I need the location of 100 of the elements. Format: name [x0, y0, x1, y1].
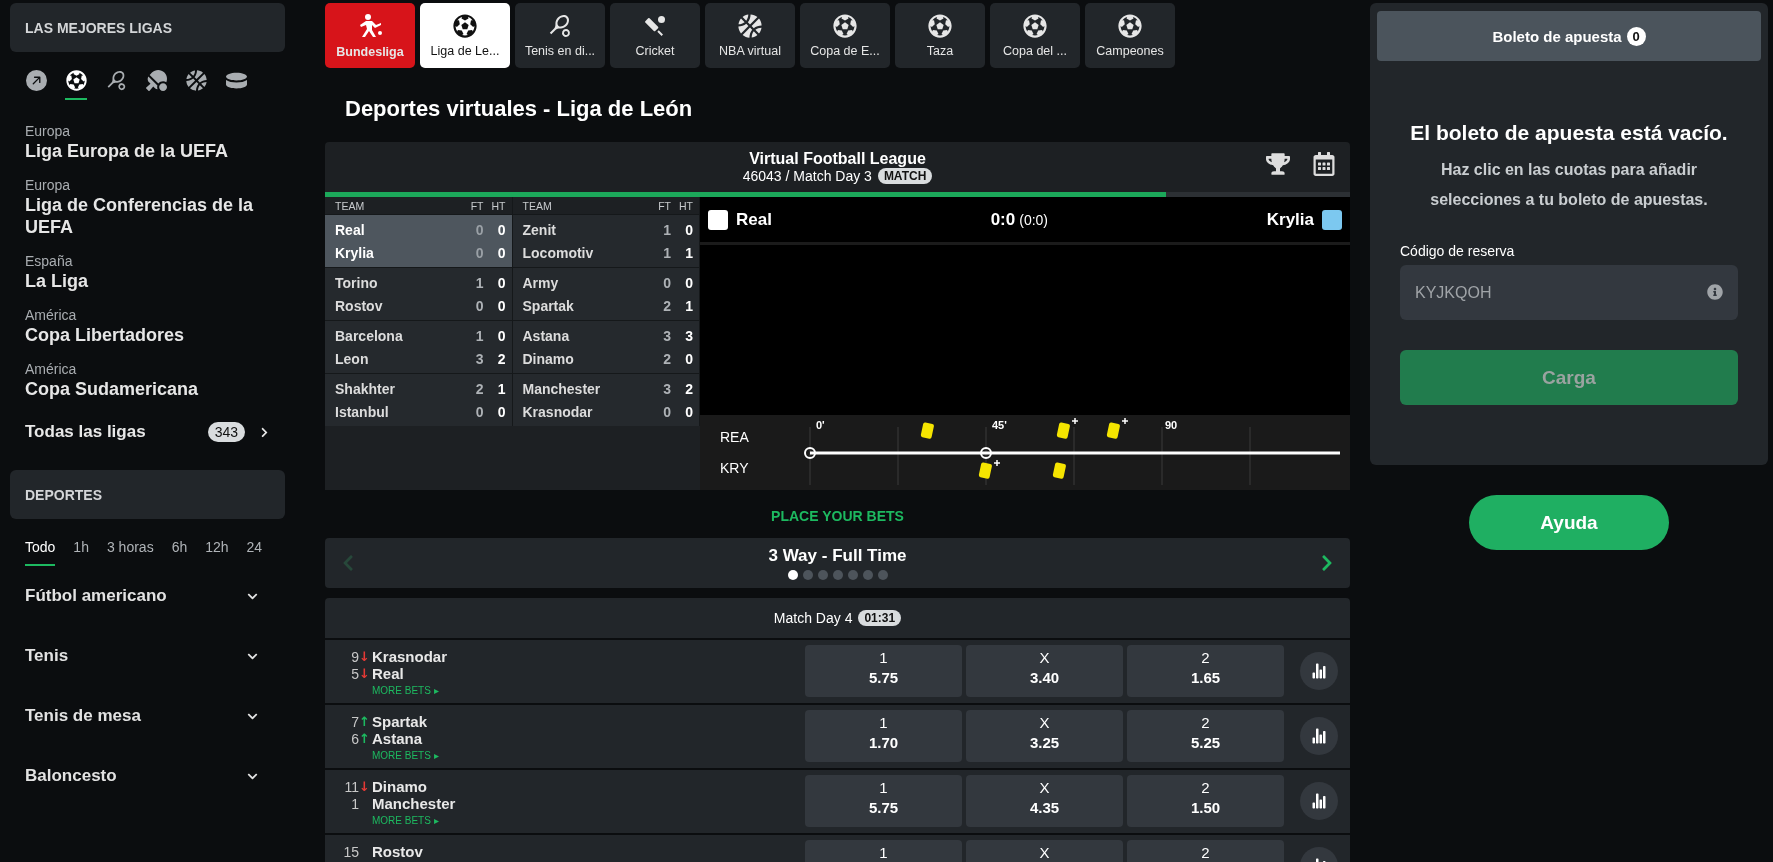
team-name: Krylia: [335, 244, 375, 261]
stats-button[interactable]: [1300, 782, 1338, 820]
result-row[interactable]: Real 0 0 Krylia 0 0: [325, 214, 512, 267]
sport-category-item[interactable]: Tenis: [10, 626, 285, 686]
calendar-icon[interactable]: [1312, 152, 1336, 176]
league-link[interactable]: España La Liga: [10, 252, 285, 292]
betslip-tab[interactable]: Boleto de apuesta 0: [1377, 11, 1761, 61]
booking-code-field[interactable]: KYJKQOH: [1400, 265, 1738, 320]
match-day-label: Match Day 4: [773, 610, 853, 626]
game-tab[interactable]: Taza: [895, 3, 985, 68]
game-tab[interactable]: Campeones: [1085, 3, 1175, 68]
full-time-score: 2: [662, 350, 671, 367]
half-time-score: 0: [496, 274, 506, 291]
page-dot[interactable]: [787, 570, 798, 580]
time-filter-tab[interactable]: 3 horas: [106, 539, 154, 566]
page-dot[interactable]: [862, 570, 873, 580]
game-tab[interactable]: NBA virtual: [705, 3, 795, 68]
result-row[interactable]: Army 0 0 Spartak 2 1: [512, 267, 699, 320]
odds-button[interactable]: X 3.25: [966, 710, 1123, 762]
cricket-bat-icon: [643, 13, 667, 38]
page-dot[interactable]: [832, 570, 843, 580]
league-link[interactable]: América Copa Libertadores: [10, 306, 285, 346]
half-time-score: 0: [684, 350, 693, 367]
half-time-score: 1: [496, 380, 506, 397]
odds-button[interactable]: 2 5.25: [1127, 710, 1284, 762]
team-name: Shakhter: [335, 380, 396, 397]
team-name: Spartak: [522, 297, 575, 314]
half-time-score: 0: [496, 297, 506, 314]
odds-button[interactable]: 2: [1127, 840, 1284, 862]
time-filter-tab[interactable]: Todo: [25, 539, 56, 566]
page-title: Deportes virtuales - Liga de León: [345, 96, 694, 122]
result-row[interactable]: Barcelona 1 0 Leon 3 2: [325, 320, 512, 373]
result-row[interactable]: Torino 1 0 Rostov 0 0: [325, 267, 512, 320]
info-icon[interactable]: [1707, 284, 1723, 300]
game-tab[interactable]: Copa de E...: [800, 3, 890, 68]
odds-button[interactable]: 1: [805, 840, 962, 862]
full-time-score: 1: [662, 244, 671, 261]
more-bets-link[interactable]: MORE BETS ▸: [372, 685, 805, 696]
game-tab[interactable]: Liga de Le...: [420, 3, 510, 68]
stats-button[interactable]: [1300, 717, 1338, 755]
league-link[interactable]: Europa Liga de Conferencias de la UEFA: [10, 176, 285, 238]
sport-category-item[interactable]: Fútbol americano: [10, 566, 285, 626]
team-name: Real: [335, 221, 366, 238]
half-time-score: 0: [496, 221, 506, 238]
all-leagues-link[interactable]: Todas las ligas 343: [10, 422, 285, 442]
team-name: Spartak: [372, 713, 428, 730]
time-filter-tab[interactable]: 24: [246, 539, 263, 566]
time-tick-label: 0': [816, 419, 825, 431]
league-link[interactable]: Europa Liga Europa de la UEFA: [10, 122, 285, 162]
odds-button[interactable]: 2 1.50: [1127, 775, 1284, 827]
trend-arrow: ↓: [359, 666, 369, 681]
more-bets-link[interactable]: MORE BETS ▸: [372, 815, 805, 826]
team-rank: 6: [350, 730, 359, 747]
team-name: Barcelona: [335, 327, 404, 344]
team-name: Dinamo: [372, 778, 427, 795]
league-link[interactable]: América Copa Sudamericana: [10, 360, 285, 400]
league-region: España: [25, 252, 74, 270]
time-filter-tab[interactable]: 6h: [171, 539, 188, 566]
trend-arrow: ↓: [359, 649, 369, 664]
full-time-score: 0: [474, 244, 484, 261]
full-time-score: 0: [474, 221, 484, 238]
game-tab[interactable]: Cricket: [610, 3, 700, 68]
odds-button[interactable]: X 4.35: [966, 775, 1123, 827]
team-name: Rostov: [335, 297, 384, 314]
more-bets-link[interactable]: MORE BETS ▸: [372, 750, 805, 761]
team-rank: 11: [343, 778, 359, 795]
page-dot[interactable]: [817, 570, 828, 580]
game-tab[interactable]: Tenis en di...: [515, 3, 605, 68]
full-time-score: 0: [662, 403, 671, 420]
time-filter-tab[interactable]: 12h: [205, 539, 229, 566]
market-title: 3 Way - Full Time: [768, 546, 907, 566]
team-name: Zenit: [522, 221, 557, 238]
team-rank: 1: [350, 795, 359, 812]
game-tab[interactable]: Copa del ...: [990, 3, 1080, 68]
result-row[interactable]: Astana 3 3 Dinamo 2 0: [512, 320, 699, 373]
page-dot[interactable]: [877, 570, 888, 580]
result-row[interactable]: Zenit 1 0 Locomotiv 1 1: [512, 214, 699, 267]
time-filter-tab[interactable]: 1h: [73, 539, 89, 566]
page-dot[interactable]: [847, 570, 858, 580]
odds-button[interactable]: X 3.40: [966, 645, 1123, 697]
result-row[interactable]: Manchester 3 2 Krasnodar 0 0: [512, 373, 699, 426]
team-name: Torino: [335, 274, 379, 291]
count-badge: 343: [207, 422, 245, 442]
odds-button[interactable]: 1 5.75: [805, 645, 962, 697]
odds-button[interactable]: 1 1.70: [805, 710, 962, 762]
sport-category-item[interactable]: Tenis de mesa: [10, 686, 285, 746]
page-dot[interactable]: [802, 570, 813, 580]
stats-button[interactable]: [1300, 652, 1338, 690]
sport-category-item[interactable]: Baloncesto: [10, 746, 285, 806]
league-name: Liga Europa de la UEFA: [25, 140, 230, 162]
sport-filter-tab[interactable]: [65, 70, 87, 100]
trend-arrow: ↑: [359, 731, 369, 746]
odds-button[interactable]: 1 5.75: [805, 775, 962, 827]
trophy-icon[interactable]: [1266, 152, 1290, 176]
odds-button[interactable]: X: [966, 840, 1123, 862]
odds-button[interactable]: 2 1.65: [1127, 645, 1284, 697]
league-name: Liga de Conferencias de la UEFA: [25, 194, 255, 238]
team-name: Army: [522, 274, 560, 291]
result-row[interactable]: Shakhter 2 1 Istanbul 0 0: [325, 373, 512, 426]
game-tab[interactable]: Bundesliga: [325, 3, 415, 68]
